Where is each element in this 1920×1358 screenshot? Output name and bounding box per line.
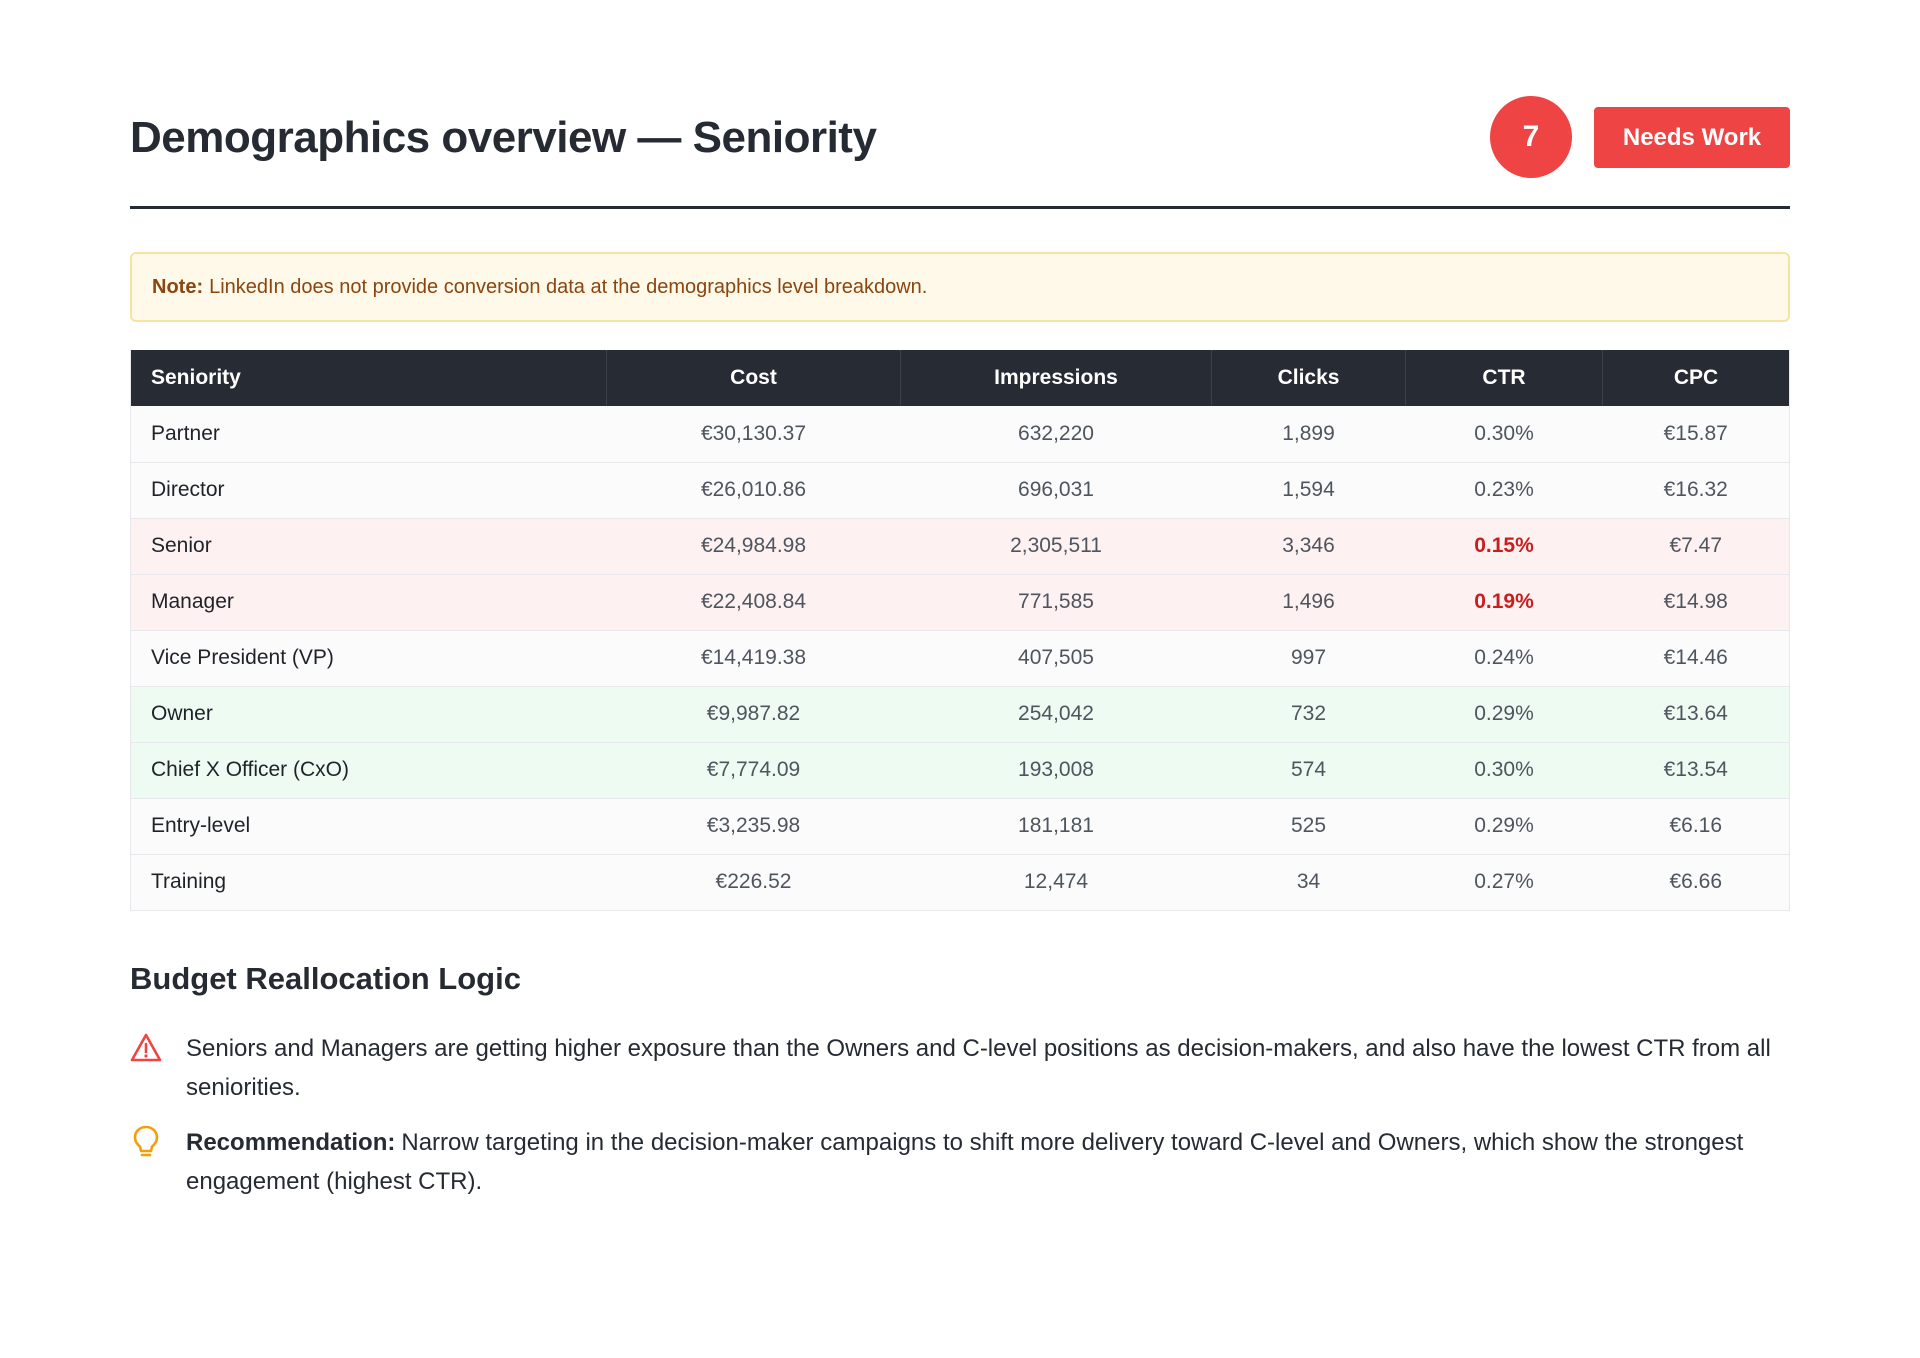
cell-cpc: €15.87 — [1663, 421, 1728, 445]
cell-name: Chief X Officer (CxO) — [151, 758, 349, 781]
cell-cpc: €14.46 — [1663, 646, 1728, 669]
cell-impressions: 254,042 — [1018, 702, 1094, 725]
table-row: Director €26,010.86 696,031 1,594 0.23% €16.3… — [131, 462, 1789, 518]
cell-cost: €30,130.37 — [700, 421, 807, 445]
column-header-impressions: Impressions — [900, 350, 1212, 406]
warning-triangle-icon — [130, 1029, 186, 1067]
cell-clicks: 3,346 — [1282, 534, 1335, 557]
cell-cost: €7,774.09 — [706, 758, 801, 781]
lightbulb-icon — [130, 1123, 186, 1161]
cell-ctr: 0.27% — [1474, 870, 1534, 893]
cell-impressions: 193,008 — [1018, 758, 1094, 781]
table-header-row: Seniority Cost Impressions Clicks CTR CP… — [131, 350, 1789, 406]
cell-cost: €9,987.82 — [706, 702, 801, 725]
status-badge: Needs Work — [1594, 107, 1790, 168]
cell-ctr: 0.24% — [1474, 646, 1534, 669]
cell-ctr: 0.19% — [1474, 590, 1534, 613]
cell-clicks: 34 — [1296, 870, 1321, 893]
cell-ctr: 0.15% — [1474, 534, 1534, 557]
cell-impressions: 181,181 — [1018, 814, 1094, 837]
insight-item-warning: Seniors and Managers are getting higher … — [130, 1029, 1790, 1107]
page-header: Demographics overview — Seniority 7 Need… — [130, 0, 1790, 209]
cell-ctr: 0.29% — [1474, 702, 1534, 725]
cell-ctr: 0.29% — [1474, 814, 1534, 837]
cell-clicks: 997 — [1290, 646, 1327, 669]
recommendation-body: Narrow targeting in the decision-maker c… — [186, 1128, 1744, 1195]
cell-name: Senior — [151, 534, 212, 557]
report-page: Demographics overview — Seniority 7 Need… — [0, 0, 1920, 1358]
seniority-table: Seniority Cost Impressions Clicks CTR CP… — [131, 350, 1789, 911]
column-header-cost: Cost — [606, 350, 901, 406]
cell-clicks: 1,594 — [1282, 478, 1335, 501]
insight-body: Seniors and Managers are getting higher … — [186, 1034, 1771, 1101]
cell-name: Vice President (VP) — [151, 646, 334, 669]
table-row: Training €226.52 12,474 34 0.27% €6.66 — [131, 854, 1789, 910]
note-text: LinkedIn does not provide conversion dat… — [209, 275, 928, 298]
insight-list: Seniors and Managers are getting higher … — [130, 1029, 1790, 1201]
header-divider — [130, 206, 1790, 209]
cell-ctr: 0.30% — [1474, 758, 1534, 781]
insight-item-recommendation: Recommendation: Narrow targeting in the d… — [130, 1123, 1790, 1201]
cell-cpc: €13.64 — [1663, 702, 1728, 725]
cell-cpc: €7.47 — [1669, 534, 1723, 557]
cell-cost: €26,010.86 — [700, 478, 807, 501]
cell-impressions: 12,474 — [1023, 870, 1089, 893]
table-row: Senior €24,984.98 2,305,511 3,346 0.15% €7.47 — [131, 518, 1789, 574]
recommendation-text: Recommendation: Narrow targeting in the d… — [186, 1123, 1790, 1201]
cell-name: Partner — [151, 421, 220, 445]
cell-cpc: €14.98 — [1663, 590, 1728, 613]
cell-cost: €24,984.98 — [700, 534, 807, 557]
cell-ctr: 0.23% — [1474, 478, 1534, 501]
cell-clicks: 1,496 — [1282, 590, 1335, 613]
table-wrapper: Seniority Cost Impressions Clicks CTR CP… — [130, 350, 1790, 911]
cell-clicks: 1,899 — [1282, 421, 1335, 445]
table-row: Manager €22,408.84 771,585 1,496 0.19% €14.98 — [131, 574, 1789, 630]
note-callout: Note: LinkedIn does not provide conversi… — [130, 252, 1790, 322]
cell-name: Training — [151, 870, 227, 893]
cell-clicks: 574 — [1290, 758, 1327, 781]
table-row: Vice President (VP) €14,419.38 407,505 997 0… — [131, 630, 1789, 686]
cell-clicks: 525 — [1290, 814, 1327, 837]
cell-impressions: 407,505 — [1018, 646, 1094, 669]
table-row: Chief X Officer (CxO) €7,774.09 193,008 574… — [131, 742, 1789, 798]
note-label: Note: — [152, 275, 204, 298]
cell-cpc: €6.66 — [1669, 870, 1723, 893]
cell-cpc: €13.54 — [1663, 758, 1728, 781]
cell-clicks: 732 — [1290, 702, 1327, 725]
insight-text: Seniors and Managers are getting higher … — [186, 1029, 1790, 1107]
cell-name: Owner — [151, 702, 213, 725]
column-header-clicks: Clicks — [1211, 350, 1406, 406]
table-row: Entry-level €3,235.98 181,181 525 0.29% €6.16 — [131, 798, 1789, 854]
cell-impressions: 771,585 — [1018, 590, 1094, 613]
cell-cost: €3,235.98 — [706, 814, 801, 837]
cell-cost: €14,419.38 — [700, 646, 807, 669]
cell-impressions: 632,220 — [1018, 421, 1094, 445]
column-header-ctr: CTR — [1405, 350, 1603, 406]
column-header-seniority: Seniority — [131, 350, 607, 406]
cell-cost: €22,408.84 — [700, 590, 807, 613]
table-body: Partner €30,130.37 632,220 1,899 0.30% €15.87… — [131, 406, 1789, 910]
score-badge: 7 — [1490, 96, 1572, 178]
table-row: Owner €9,987.82 254,042 732 0.29% €13.64 — [131, 686, 1789, 742]
page-title: Demographics overview — Seniority — [130, 113, 877, 162]
table-row: Partner €30,130.37 632,220 1,899 0.30% €15.87 — [131, 406, 1789, 462]
cell-cpc: €6.16 — [1669, 814, 1723, 837]
cell-cpc: €16.32 — [1663, 478, 1728, 501]
section-title: Budget Reallocation Logic — [130, 960, 521, 996]
cell-name: Director — [151, 478, 225, 501]
cell-ctr: 0.30% — [1474, 421, 1534, 445]
cell-impressions: 2,305,511 — [1010, 534, 1102, 557]
cell-cost: €226.52 — [715, 870, 792, 893]
column-header-cpc: CPC — [1602, 350, 1789, 406]
recommendation-label: Recommendation: — [186, 1128, 396, 1156]
cell-name: Entry-level — [151, 814, 251, 837]
cell-name: Manager — [151, 590, 234, 613]
cell-impressions: 696,031 — [1018, 478, 1094, 501]
